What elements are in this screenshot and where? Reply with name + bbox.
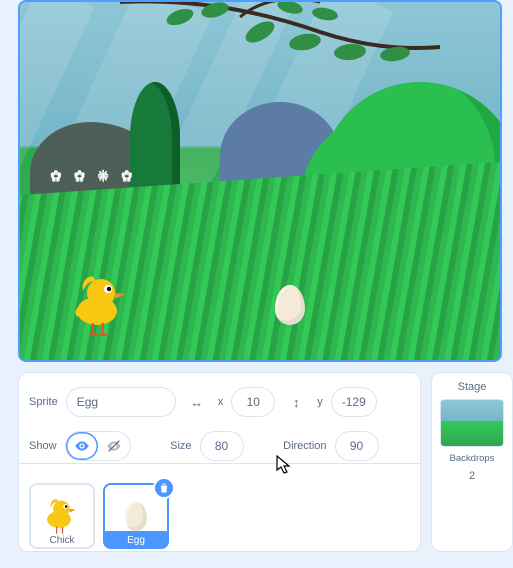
ydir-icon: ↕ bbox=[283, 389, 309, 415]
tree-branch bbox=[120, 0, 440, 82]
y-label: y bbox=[317, 396, 323, 408]
stage-thumbnail[interactable] bbox=[440, 399, 504, 447]
trash-icon bbox=[158, 482, 170, 494]
direction-input[interactable]: 90 bbox=[335, 431, 379, 461]
sprite-name-input[interactable]: Egg bbox=[66, 387, 176, 417]
y-input[interactable]: -129 bbox=[331, 387, 377, 417]
flowers-decoration: ✿ ✿ ❋ ✿ bbox=[50, 167, 137, 184]
stage-title: Stage bbox=[458, 381, 487, 393]
delete-sprite-button[interactable] bbox=[153, 477, 175, 499]
sprite-list: Chick Egg bbox=[29, 483, 410, 549]
sprite-on-stage-egg[interactable] bbox=[275, 285, 305, 325]
size-input[interactable]: 80 bbox=[200, 431, 244, 461]
size-label: Size bbox=[170, 440, 191, 452]
sprite-on-stage-chick[interactable] bbox=[75, 273, 129, 342]
show-button[interactable] bbox=[66, 432, 98, 460]
eye-off-icon bbox=[106, 438, 122, 454]
show-label: Show bbox=[29, 440, 57, 452]
sprite-tile-label: Egg bbox=[103, 531, 169, 549]
eye-icon bbox=[74, 438, 90, 454]
stage-selector-panel: Stage Backdrops 2 bbox=[431, 372, 513, 552]
sprite-tile-label: Chick bbox=[29, 531, 95, 549]
sprite-tile-chick[interactable]: Chick bbox=[29, 483, 95, 549]
xy-icon: ↔ bbox=[184, 389, 210, 415]
x-input[interactable]: 10 bbox=[231, 387, 275, 417]
hide-button[interactable] bbox=[98, 432, 130, 460]
sprite-tile-egg[interactable]: Egg bbox=[103, 483, 169, 549]
x-label: x bbox=[218, 396, 224, 408]
direction-label: Direction bbox=[283, 440, 326, 452]
visibility-toggle bbox=[65, 431, 131, 461]
stage-canvas[interactable]: ✿ ✿ ❋ ✿ bbox=[18, 0, 502, 362]
sprite-info-panel: Sprite Egg ↔ x 10 ↕ y -129 Show bbox=[18, 372, 421, 552]
backdrops-label: Backdrops bbox=[450, 453, 495, 464]
backdrops-count: 2 bbox=[469, 470, 475, 482]
sprite-name-label: Sprite bbox=[29, 396, 58, 408]
